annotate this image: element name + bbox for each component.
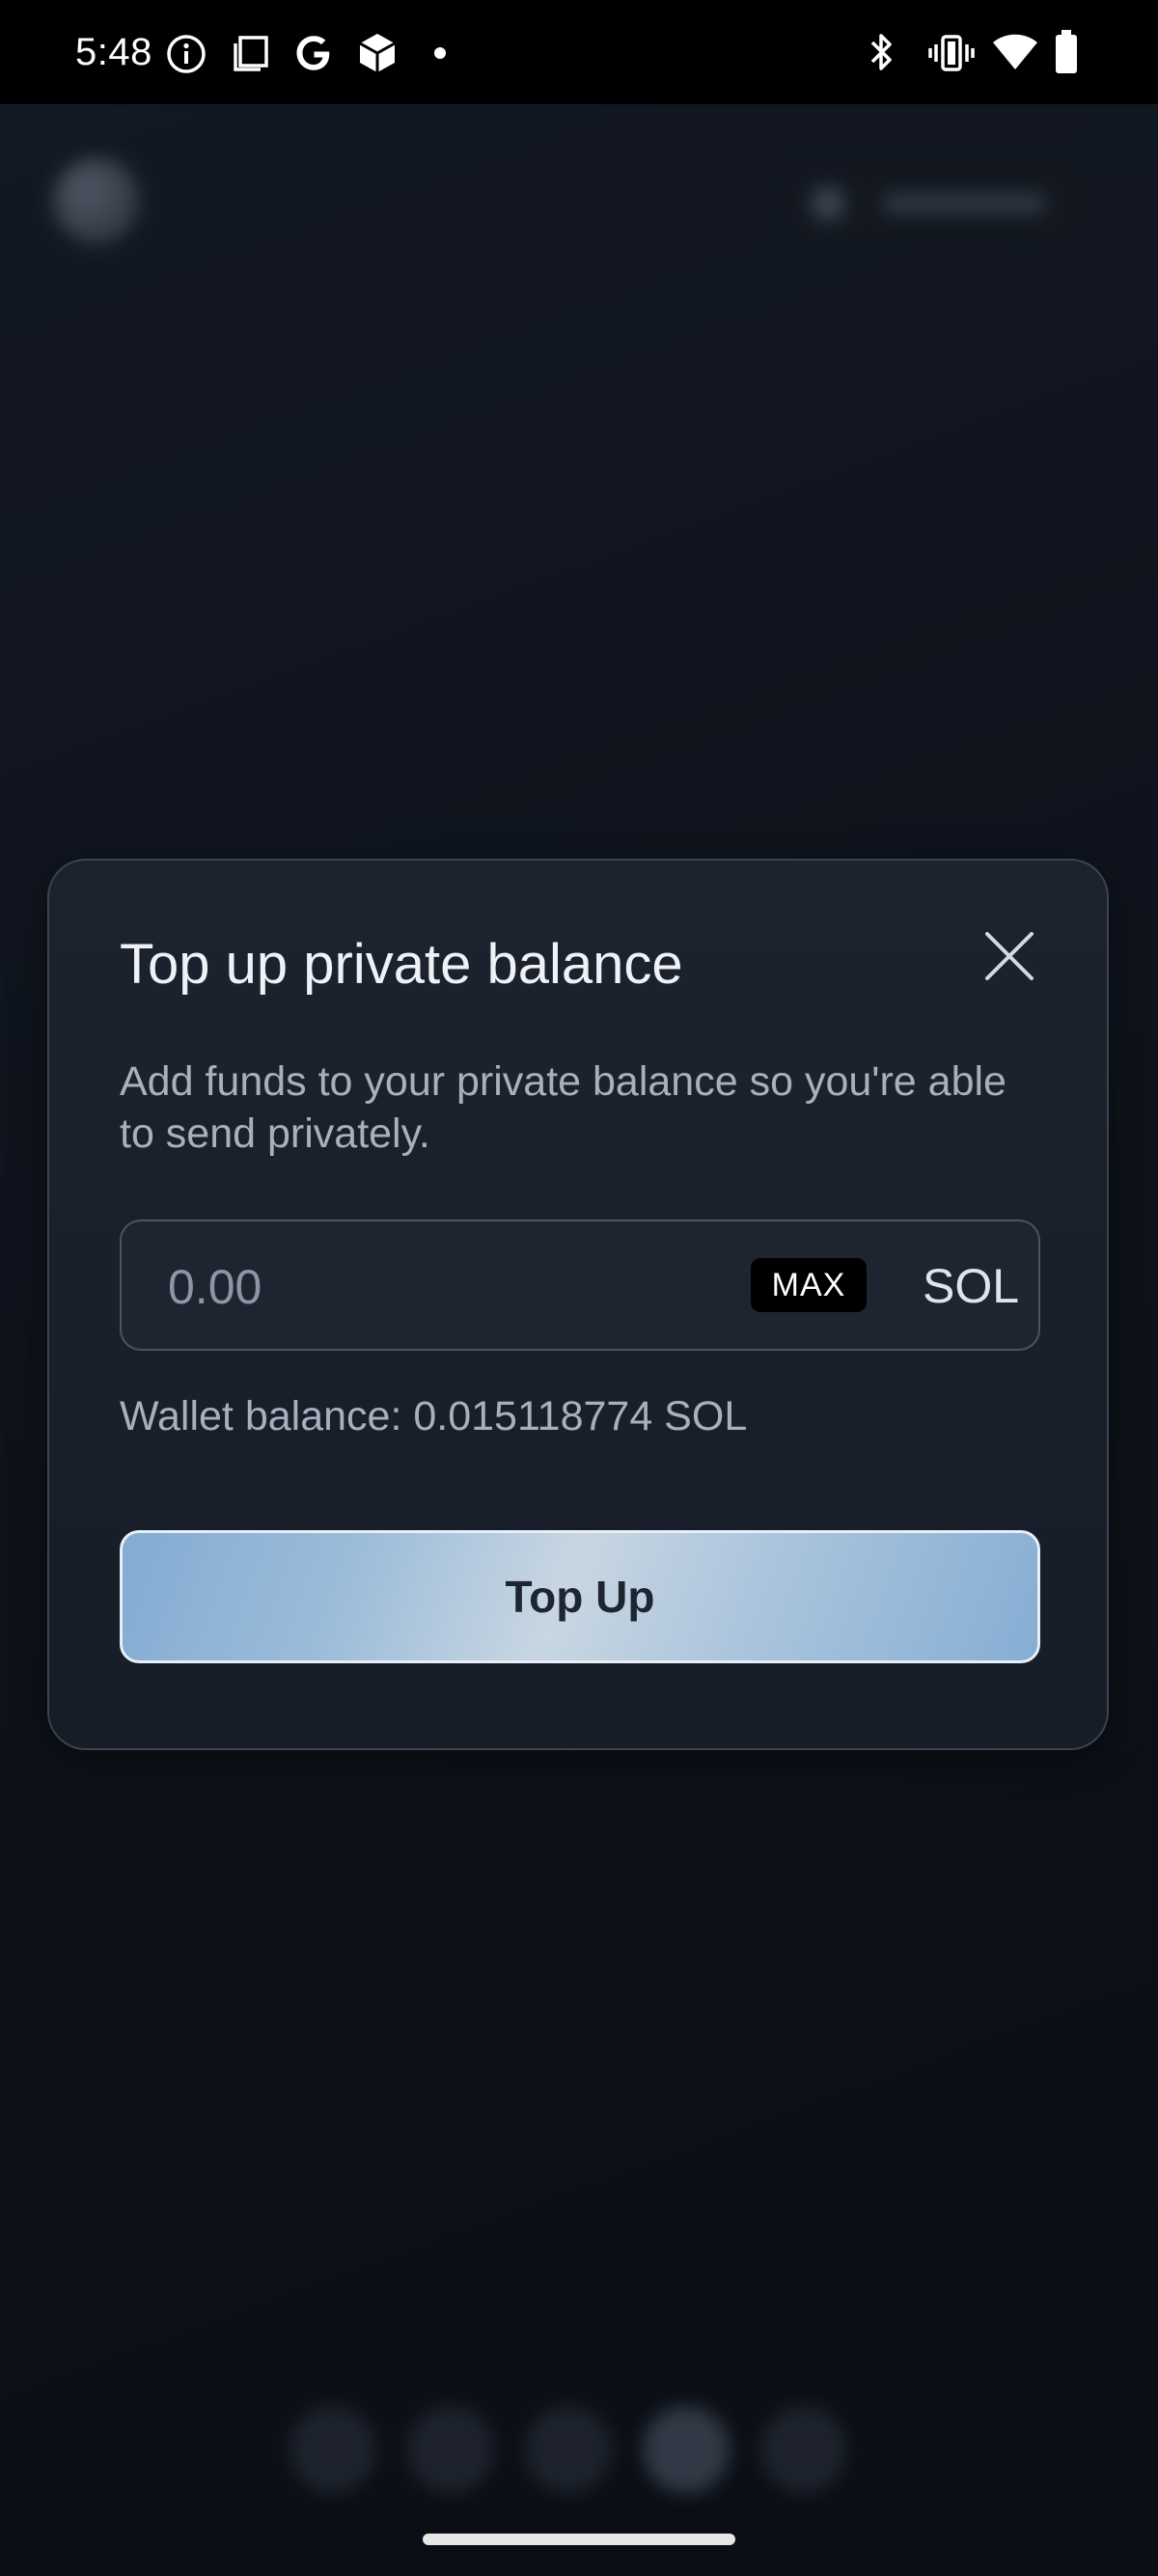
battery-icon bbox=[1056, 30, 1077, 73]
info-icon bbox=[167, 35, 206, 73]
wifi-icon bbox=[993, 34, 1037, 69]
max-button[interactable]: MAX bbox=[751, 1258, 867, 1312]
modal-title: Top up private balance bbox=[120, 933, 683, 996]
cube-icon bbox=[359, 34, 396, 72]
home-handle[interactable] bbox=[423, 2534, 735, 2545]
top-up-button[interactable]: Top Up bbox=[120, 1530, 1040, 1663]
close-icon[interactable] bbox=[976, 922, 1043, 990]
google-icon bbox=[296, 36, 330, 70]
gesture-bar bbox=[0, 2507, 1158, 2576]
amount-field[interactable]: MAX SOL bbox=[120, 1219, 1040, 1351]
wallet-balance: Wallet balance: 0.015118774 SOL bbox=[120, 1393, 748, 1439]
status-time: 5:48 bbox=[75, 31, 152, 73]
top-up-button-label: Top Up bbox=[505, 1572, 655, 1622]
dot-icon bbox=[434, 47, 446, 59]
amount-input[interactable] bbox=[168, 1250, 708, 1324]
topup-modal: Top up private balance Add funds to your… bbox=[47, 859, 1109, 1750]
modal-description: Add funds to your private balance so you… bbox=[120, 1058, 1006, 1157]
copy-icon bbox=[234, 36, 268, 71]
vibrate-icon bbox=[928, 35, 975, 71]
currency-label: SOL bbox=[923, 1259, 1020, 1313]
status-bar: 5:48 bbox=[0, 0, 1158, 104]
bluetooth-icon bbox=[870, 34, 892, 70]
